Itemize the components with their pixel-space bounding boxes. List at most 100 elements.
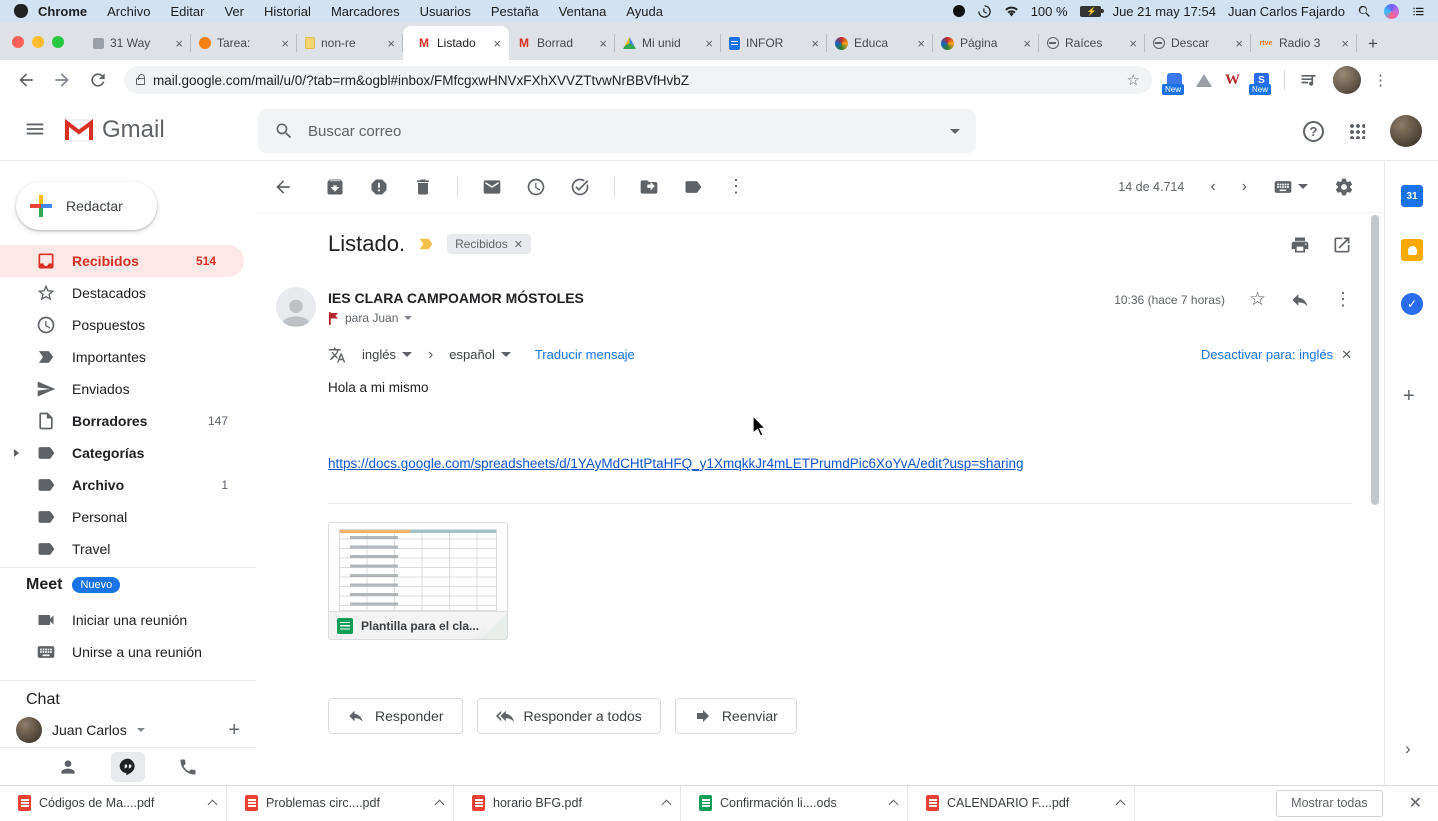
apple-icon[interactable] [14, 4, 28, 18]
star-message-icon[interactable]: ☆ [1249, 290, 1266, 309]
browser-tab[interactable]: 31 Way × [85, 26, 191, 60]
add-to-tasks-icon[interactable] [570, 177, 590, 197]
join-meeting-item[interactable]: Unirse a una reunión [0, 636, 256, 668]
address-bar[interactable]: mail.google.com/mail/u/0/?tab=rm&ogbl#in… [124, 66, 1152, 94]
time-machine-icon[interactable] [977, 4, 992, 19]
playlist-icon[interactable] [1299, 70, 1319, 90]
reload-icon[interactable] [88, 70, 108, 90]
back-icon[interactable] [16, 70, 36, 90]
extension-w-icon[interactable]: W [1224, 72, 1241, 89]
open-in-new-icon[interactable] [1332, 235, 1352, 255]
download-menu-icon[interactable] [207, 799, 218, 810]
snooze-icon[interactable] [526, 177, 546, 197]
close-window-button[interactable] [12, 36, 24, 48]
sender-name[interactable]: IES CLARA CAMPOAMOR MÓSTOLES [328, 290, 584, 306]
importance-marker-icon[interactable] [417, 235, 435, 253]
get-addons-icon[interactable]: + [1403, 385, 1415, 408]
browser-tab[interactable]: Raíces × [1039, 26, 1145, 60]
tasks-icon[interactable]: ✓ [1401, 293, 1423, 315]
message-more-icon[interactable]: ⋮ [1334, 289, 1352, 310]
close-tab-icon[interactable]: × [1341, 37, 1349, 50]
close-tab-icon[interactable]: × [599, 37, 607, 50]
sidebar-item-personal[interactable]: Personal [0, 501, 256, 533]
reply-icon[interactable] [1290, 290, 1310, 310]
show-details-icon[interactable] [404, 316, 413, 320]
calendar-icon[interactable]: 31 [1401, 185, 1423, 207]
menu-chrome[interactable]: Chrome [28, 4, 97, 19]
close-tab-icon[interactable]: × [1235, 37, 1243, 50]
download-item[interactable]: Confirmación li....ods [681, 785, 908, 821]
wifi-icon[interactable] [1004, 4, 1019, 19]
browser-tab[interactable]: M Borrad × [509, 26, 615, 60]
close-tab-icon[interactable]: × [175, 37, 183, 50]
download-menu-icon[interactable] [888, 799, 899, 810]
label-chip-recibidos[interactable]: Recibidos ✕ [447, 234, 531, 254]
collapse-panel-icon[interactable]: › [1405, 739, 1411, 759]
sidebar-item-categorias[interactable]: Categorías [0, 437, 256, 469]
close-icon[interactable]: ✕ [1341, 347, 1352, 363]
sidebar-item-pospuestos[interactable]: Pospuestos [0, 309, 256, 341]
new-tab-button[interactable]: + [1368, 34, 1378, 54]
menu-pestana[interactable]: Pestaña [481, 4, 549, 19]
mark-unread-icon[interactable] [482, 177, 502, 197]
siri-icon[interactable] [1384, 3, 1399, 19]
keep-icon[interactable] [1401, 239, 1423, 261]
close-tab-icon[interactable]: × [1023, 37, 1031, 50]
menu-ver[interactable]: Ver [214, 4, 254, 19]
close-tab-icon[interactable]: × [917, 37, 925, 50]
menu-archivo[interactable]: Archivo [97, 4, 160, 19]
browser-tab[interactable]: Mi unid × [615, 26, 721, 60]
browser-tab[interactable]: Descar × [1145, 26, 1251, 60]
browser-tab[interactable]: non-re × [297, 26, 403, 60]
sidebar-item-borradores[interactable]: Borradores 147 [0, 405, 256, 437]
browser-tab[interactable]: rtve Radio 3 × [1251, 26, 1357, 60]
browser-tab[interactable]: Página × [933, 26, 1039, 60]
menu-historial[interactable]: Historial [254, 4, 321, 19]
sidebar-item-destacados[interactable]: Destacados [0, 277, 256, 309]
maximize-window-button[interactable] [52, 36, 64, 48]
reply-button[interactable]: Responder [328, 698, 463, 734]
browser-tab[interactable]: INFOR × [721, 26, 827, 60]
main-menu-icon[interactable] [24, 118, 46, 140]
minimize-window-button[interactable] [32, 36, 44, 48]
account-avatar[interactable] [1390, 115, 1422, 147]
show-all-downloads-button[interactable]: Mostrar todas [1276, 789, 1383, 817]
browser-tab[interactable]: Tarea: × [191, 26, 297, 60]
recipient-row[interactable]: para Juan [328, 311, 413, 325]
settings-gear-icon[interactable] [1334, 177, 1354, 197]
extension-s-icon[interactable]: S New [1249, 72, 1272, 95]
menubar-user[interactable]: Juan Carlos Fajardo [1228, 4, 1345, 19]
forward-button[interactable]: Reenviar [674, 698, 797, 734]
close-tab-icon[interactable]: × [811, 37, 819, 50]
reply-all-button[interactable]: Responder a todos [476, 698, 661, 734]
menu-editar[interactable]: Editar [160, 4, 214, 19]
search-icon[interactable] [274, 121, 294, 141]
sidebar-item-importantes[interactable]: Importantes [0, 341, 256, 373]
input-tools-button[interactable] [1273, 177, 1308, 197]
delete-icon[interactable] [413, 177, 433, 197]
phone-tab[interactable] [171, 752, 205, 782]
search-input[interactable] [308, 122, 936, 140]
close-tab-icon[interactable]: × [705, 37, 713, 50]
start-meeting-item[interactable]: Iniciar una reunión [0, 604, 256, 636]
close-tab-icon[interactable]: × [387, 37, 395, 50]
download-menu-icon[interactable] [434, 799, 445, 810]
forward-icon[interactable] [52, 70, 72, 90]
close-downloads-bar-icon[interactable]: ✕ [1409, 793, 1422, 813]
labels-icon[interactable] [683, 177, 703, 197]
menu-usuarios[interactable]: Usuarios [410, 4, 481, 19]
sender-avatar[interactable] [276, 287, 316, 327]
more-options-icon[interactable]: ⋮ [727, 176, 745, 197]
sidebar-item-travel[interactable]: Travel [0, 533, 256, 565]
sidebar-item-recibidos[interactable]: Recibidos 514 [0, 245, 244, 277]
spreadsheet-link[interactable]: https://docs.google.com/spreadsheets/d/1… [328, 456, 1023, 471]
download-item[interactable]: Códigos de Ma....pdf [0, 785, 227, 821]
translate-message-link[interactable]: Traducir mensaje [535, 347, 635, 362]
chrome-menu-icon[interactable]: ⋮ [1373, 71, 1388, 89]
drive-offline-extension-icon[interactable] [1195, 72, 1212, 89]
download-item[interactable]: CALENDARIO F....pdf [908, 785, 1135, 821]
lock-icon[interactable] [136, 74, 145, 85]
remove-label-icon[interactable]: ✕ [514, 238, 523, 251]
menu-marcadores[interactable]: Marcadores [321, 4, 410, 19]
print-icon[interactable] [1290, 235, 1310, 255]
